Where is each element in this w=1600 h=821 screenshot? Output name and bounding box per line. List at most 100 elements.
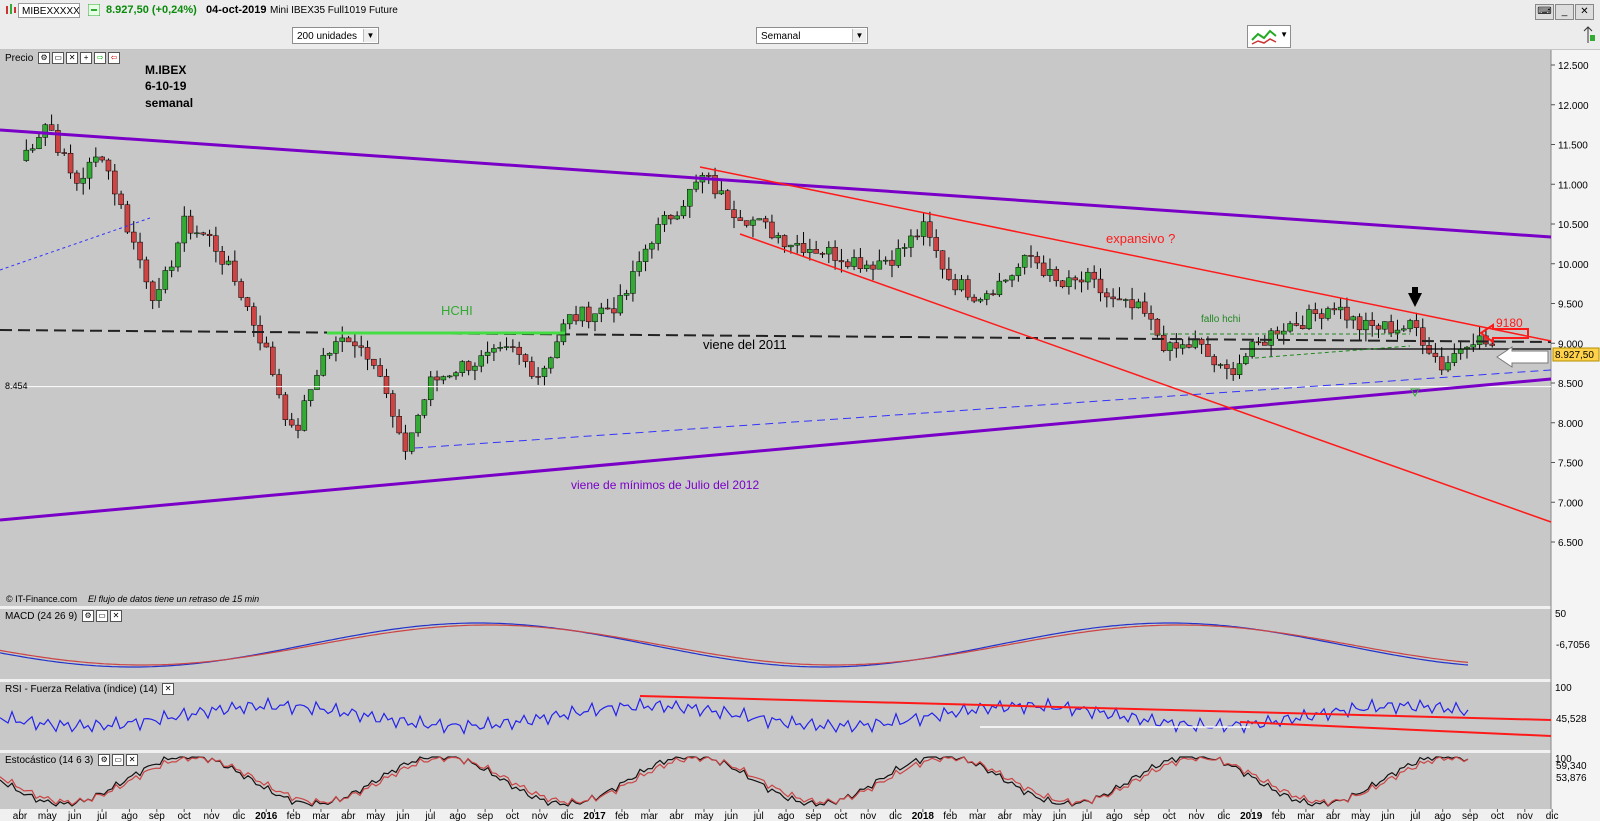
bear-candle — [137, 241, 143, 261]
macd-panel-bg — [0, 609, 1551, 679]
price-tick-label: 10.000 — [1558, 260, 1589, 271]
bull-candle — [1287, 323, 1293, 332]
bull-candle — [649, 243, 655, 250]
bear-candle — [1160, 334, 1167, 351]
viene-2011-label: viene del 2011 — [703, 337, 787, 352]
bear-candle — [965, 279, 971, 298]
delete-icon[interactable]: ⇦ — [108, 52, 121, 65]
bear-candle — [838, 260, 845, 263]
bull-candle — [661, 215, 668, 225]
bull-candle — [1085, 271, 1091, 283]
down-arrow-stem — [1412, 287, 1418, 294]
bull-candle — [194, 232, 200, 235]
close-panel-icon[interactable]: ✕ — [126, 754, 139, 767]
bear-candle — [1104, 292, 1110, 298]
bear-candle — [99, 156, 105, 161]
time-tick-label: jun — [1380, 811, 1394, 821]
stoch-value1: 59,340 — [1556, 761, 1587, 772]
macd-value: -6,7056 — [1556, 640, 1590, 651]
delay-note: El flujo de datos tiene un retraso de 15… — [88, 594, 259, 604]
macd-tick: 50 — [1555, 609, 1567, 620]
bull-candle — [1047, 269, 1053, 276]
bull-candle — [756, 218, 763, 221]
bull-candle — [674, 215, 680, 220]
price-chart[interactable]: 12.500 12.000 11.500 11.000 10.500 10.000 9.50… — [0, 0, 1600, 821]
bear-candle — [295, 424, 301, 431]
bull-candle — [421, 399, 428, 416]
bear-candle — [952, 279, 958, 291]
bear-candle — [516, 346, 522, 355]
bull-candle — [687, 188, 693, 207]
close-panel-icon[interactable]: ✕ — [162, 683, 175, 696]
time-tick-label: feb — [287, 811, 301, 821]
bull-candle — [1476, 335, 1483, 345]
bear-candle — [668, 215, 674, 220]
bull-candle — [566, 314, 573, 325]
bull-candle — [320, 355, 327, 376]
bear-candle — [1438, 356, 1445, 371]
time-tick-label: oct — [506, 811, 520, 821]
bear-candle — [1141, 301, 1148, 314]
bear-candle — [465, 361, 472, 371]
macd-panel-title: MACD (24 26 9) — [5, 611, 78, 622]
bear-candle — [390, 393, 396, 417]
export-icon[interactable]: ⇨ — [94, 52, 107, 65]
close-panel-icon[interactable]: ✕ — [110, 610, 123, 623]
bear-candle — [48, 124, 55, 131]
bull-candle — [175, 242, 181, 268]
bear-candle — [74, 172, 80, 184]
bull-candle — [446, 375, 453, 378]
bear-candle — [143, 259, 150, 283]
wrench-icon[interactable]: ⚙ — [98, 754, 111, 767]
bull-candle — [1268, 330, 1274, 346]
bull-candle — [1066, 277, 1072, 288]
bear-candle — [1110, 296, 1116, 300]
bear-candle — [971, 296, 977, 302]
bear-candle — [731, 209, 737, 218]
bull-candle — [1306, 309, 1312, 329]
time-tick-label: sep — [477, 811, 494, 821]
title-line2: 6-10-19 — [145, 79, 187, 93]
bull-candle — [86, 161, 93, 179]
bear-candle — [1116, 298, 1123, 301]
bear-candle — [845, 261, 851, 267]
bear-candle — [522, 354, 529, 362]
close-panel-icon[interactable]: ✕ — [66, 52, 79, 65]
bull-candle — [1451, 353, 1458, 363]
bear-candle — [1148, 313, 1154, 320]
wrench-icon[interactable]: ⚙ — [82, 610, 95, 623]
bull-candle — [863, 264, 870, 269]
time-tick-label: 2019 — [1240, 811, 1263, 821]
time-tick-label: jun — [1052, 811, 1066, 821]
time-tick-label: sep — [1462, 811, 1479, 821]
bull-candle — [977, 299, 984, 302]
bull-candle — [326, 353, 333, 356]
bull-candle — [826, 246, 832, 255]
bull-candle — [598, 307, 605, 315]
bear-candle — [604, 307, 611, 310]
bull-candle — [491, 348, 497, 353]
time-tick-label: jun — [395, 811, 409, 821]
maximize-icon[interactable]: ▭ — [52, 52, 65, 65]
bull-candle — [958, 279, 965, 291]
wrench-icon[interactable]: ⚙ — [38, 52, 51, 65]
bear-candle — [288, 419, 295, 426]
time-tick-label: dic — [232, 811, 245, 821]
price-tick-label: 7.500 — [1558, 459, 1583, 470]
maximize-icon[interactable]: ▭ — [112, 754, 125, 767]
time-tick-label: ago — [778, 811, 795, 821]
time-tick-label: may — [38, 811, 57, 821]
bear-candle — [67, 152, 74, 174]
rsi-tick: 100 — [1555, 683, 1572, 694]
bull-candle — [920, 221, 927, 237]
bull-candle — [1363, 319, 1369, 331]
bull-candle — [794, 243, 800, 246]
fallo-hchi-label: fallo hchi — [1201, 314, 1240, 325]
bear-candle — [1356, 316, 1363, 331]
maximize-icon[interactable]: ▭ — [96, 610, 109, 623]
macd-panel-header: MACD (24 26 9) ⚙ ▭ ✕ — [5, 610, 123, 624]
bull-candle — [1457, 348, 1464, 354]
bear-candle — [383, 376, 390, 394]
bull-candle — [314, 375, 320, 390]
add-indicator-icon[interactable]: + — [80, 52, 93, 65]
